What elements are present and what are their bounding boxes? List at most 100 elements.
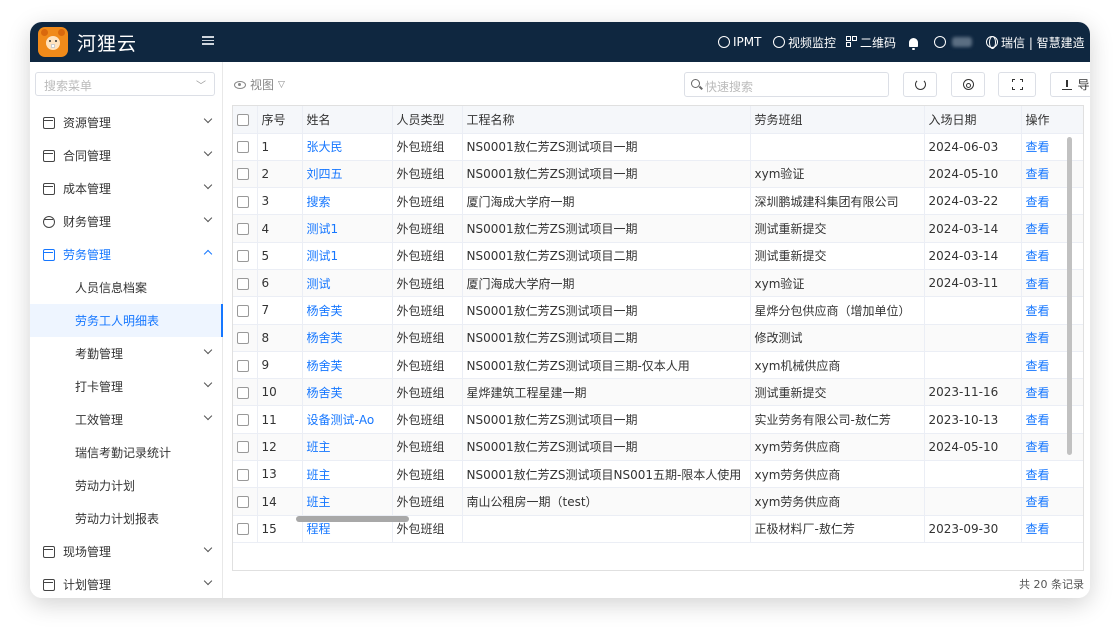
nav-video-monitor[interactable]: 视频监控 [773,22,836,62]
sidebar-subitem-labor-worker-list[interactable]: 劳务工人明细表 [30,304,223,337]
row-checkbox[interactable] [233,324,258,352]
row-checkbox[interactable] [233,460,258,489]
cell-type: 外包班组 [392,133,463,161]
cell-name[interactable]: 测试1 [302,214,393,243]
cell-index: 1 [257,133,303,161]
cell-type: 外包班组 [392,378,463,407]
view-link[interactable]: 查看 [1021,433,1083,462]
user-menu[interactable] [934,22,972,62]
view-link[interactable]: 查看 [1021,460,1083,489]
row-checkbox[interactable] [233,187,258,216]
plan-icon [43,578,55,591]
row-checkbox[interactable] [233,405,258,434]
cell-name[interactable]: 杨舍芙 [302,324,393,352]
cell-type: 外包班组 [392,214,463,243]
cell-team [750,133,925,161]
row-checkbox[interactable] [233,487,258,516]
table-row: 4 测试1 外包班组 NS0001敖仁芳ZS测试项目一期 测试重新提交 2024-03-1… [233,214,1083,243]
view-link[interactable]: 查看 [1021,378,1083,407]
col-header-name[interactable]: 姓名 [302,106,393,134]
sidebar-subitem-attendance[interactable]: 考勤管理 [30,337,223,370]
notification-button[interactable] [909,22,918,62]
view-link[interactable]: 查看 [1021,160,1083,189]
cell-name[interactable]: 设备测试-Ao [302,405,393,434]
cell-name[interactable]: 杨舍芙 [302,378,393,407]
sidebar-subitem-personnel-archive[interactable]: 人员信息档案 [30,271,223,304]
row-checkbox[interactable] [233,214,258,243]
sidebar-item-labor[interactable]: 劳务管理 [30,238,223,271]
view-link[interactable]: 查看 [1021,487,1083,516]
cell-team: xym劳务供应商 [750,433,925,462]
sidebar-item-finance[interactable]: 财务管理 [30,205,223,238]
row-checkbox[interactable] [233,269,258,298]
view-link[interactable]: 查看 [1021,405,1083,434]
quick-search-input[interactable]: 快速搜索 [684,72,889,97]
cell-name[interactable]: 杨舍芙 [302,351,393,380]
org-switcher[interactable]: 瑞信 | 智慧建造 [986,22,1085,62]
row-checkbox[interactable] [233,242,258,270]
cell-name[interactable]: 刘四五 [302,160,393,189]
row-checkbox[interactable] [233,433,258,462]
view-link[interactable]: 查看 [1021,515,1083,543]
cell-entry-date: 2024-06-03 [924,133,1022,161]
cell-name[interactable]: 班主 [302,433,393,462]
cell-name[interactable]: 张大民 [302,133,393,161]
sidebar-subitem-clock-in[interactable]: 打卡管理 [30,370,223,403]
row-checkbox[interactable] [233,515,258,543]
row-checkbox[interactable] [233,160,258,189]
view-link[interactable]: 查看 [1021,133,1083,161]
cell-name[interactable]: 测试 [302,269,393,298]
cell-team: 正极材料厂-敖仁芳 [750,515,925,543]
cell-name[interactable]: 搜索 [302,187,393,216]
cell-name[interactable]: 班主 [302,460,393,489]
refresh-icon [914,79,926,90]
view-link[interactable]: 查看 [1021,296,1083,325]
table-row: 10 杨舍芙 外包班组 星烨建筑工程星建一期 测试重新提交 2023-11-16 查看 [233,378,1083,407]
horizontal-scrollbar[interactable] [296,516,409,522]
row-checkbox[interactable] [233,378,258,407]
col-header-type[interactable]: 人员类型 [392,106,463,134]
row-checkbox[interactable] [233,351,258,380]
sidebar-subitem-labor-plan[interactable]: 劳动力计划 [30,469,223,502]
sidebar-item-plan[interactable]: 计划管理 [30,568,223,598]
cell-index: 12 [257,433,303,462]
cell-team: xym劳务供应商 [750,460,925,489]
view-link[interactable]: 查看 [1021,214,1083,243]
sidebar-subitem-efficiency[interactable]: 工效管理 [30,403,223,436]
col-header-team[interactable]: 劳务班组 [750,106,925,134]
export-button[interactable]: 导出 [1050,72,1090,97]
refresh-button[interactable] [903,72,937,97]
user-icon [934,36,946,48]
view-dropdown[interactable]: 视图 ▽ [234,76,285,93]
col-header-project[interactable]: 工程名称 [462,106,751,134]
view-link[interactable]: 查看 [1021,324,1083,352]
top-header: 河狸云 IPMT 视频监控 二维码 瑞信 | 智慧建造 [30,22,1090,62]
column-settings-button[interactable] [951,72,985,97]
sidebar-item-resource[interactable]: 资源管理 [30,106,223,139]
fullscreen-button[interactable] [998,72,1036,97]
view-link[interactable]: 查看 [1021,242,1083,270]
sidebar-item-contract[interactable]: 合同管理 [30,139,223,172]
view-link[interactable]: 查看 [1021,351,1083,380]
cell-name[interactable]: 班主 [302,487,393,516]
cell-name[interactable]: 测试1 [302,242,393,270]
sidebar-subitem-labor-plan-report[interactable]: 劳动力计划报表 [30,502,223,535]
col-header-entry-date[interactable]: 入场日期 [924,106,1022,134]
nav-qrcode[interactable]: 二维码 [846,22,896,62]
nav-ipmt[interactable]: IPMT [718,22,761,62]
select-all-checkbox[interactable] [233,106,258,134]
vertical-scrollbar[interactable] [1067,137,1072,455]
cell-team: xym验证 [750,160,925,189]
row-checkbox[interactable] [233,133,258,161]
cell-name[interactable]: 杨舍芙 [302,296,393,325]
sidebar-item-site[interactable]: 现场管理 [30,535,223,568]
sidebar-subitem-attendance-stats[interactable]: 瑞信考勤记录统计 [30,436,223,469]
row-checkbox[interactable] [233,296,258,325]
menu-search-input[interactable]: 搜索菜单 ﹀ [35,72,215,96]
sidebar-item-cost[interactable]: 成本管理 [30,172,223,205]
view-link[interactable]: 查看 [1021,187,1083,216]
chevron-down-icon: ﹀ [196,81,206,92]
menu-collapse-icon[interactable] [202,36,214,48]
chevron-down-icon [203,180,213,190]
view-link[interactable]: 查看 [1021,269,1083,298]
